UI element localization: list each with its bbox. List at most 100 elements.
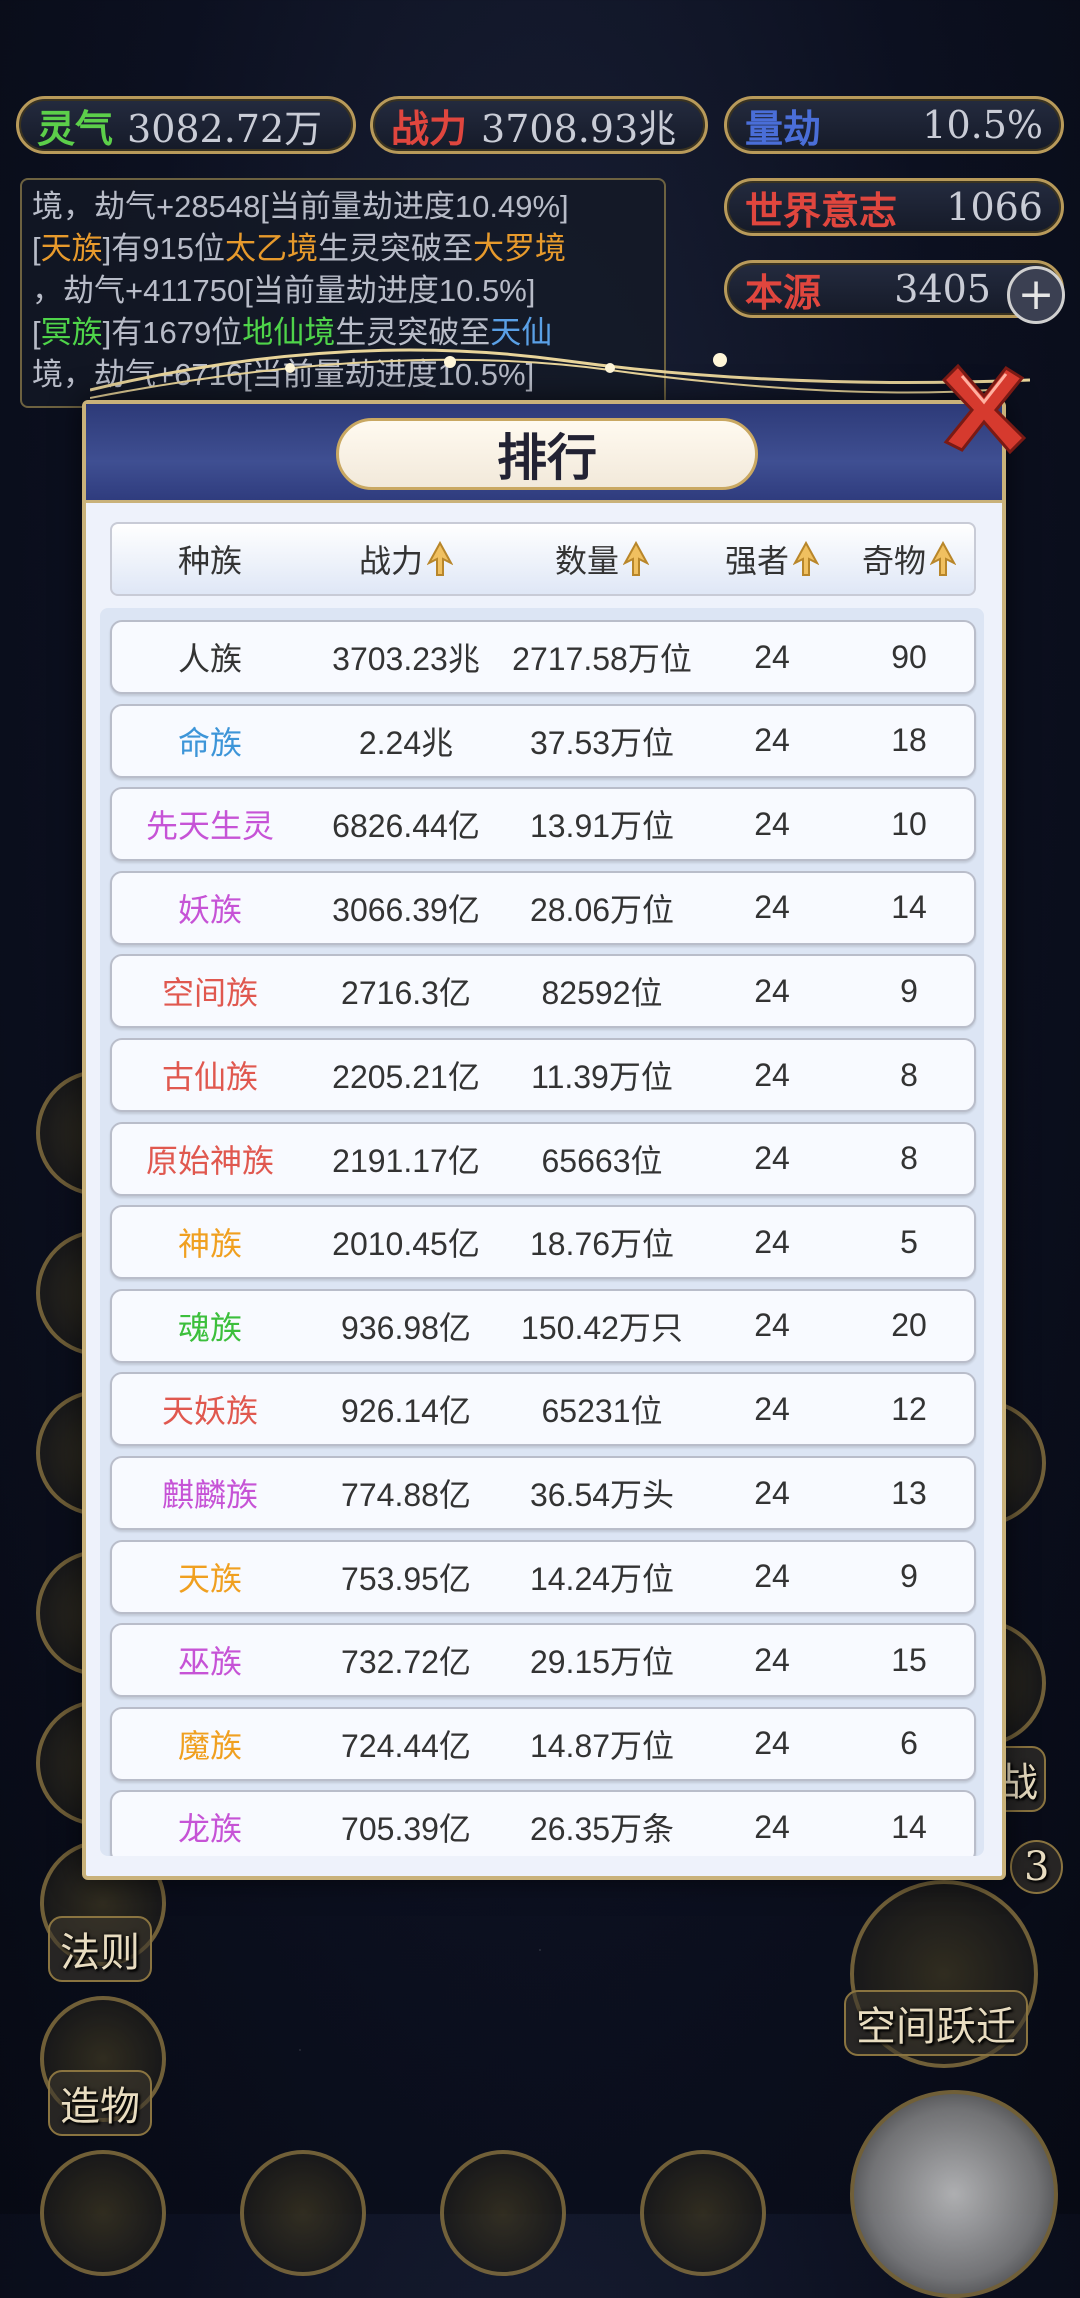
bottom-bar-icon[interactable] xyxy=(440,2150,566,2276)
strong-cell: 24 xyxy=(754,1140,790,1177)
col-header-race: 种族 xyxy=(177,543,242,579)
col-header-count[interactable]: 数量 xyxy=(504,524,700,594)
strong-cell: 24 xyxy=(754,1808,790,1845)
sort-arrow-icon[interactable] xyxy=(427,541,453,577)
benyuan-value: 3405 xyxy=(894,267,991,311)
artifact-cell: 5 xyxy=(900,1223,918,1260)
badge-count: 3 xyxy=(1010,1840,1064,1894)
log-line: [天族]有915位太乙境生灵突破至大罗境 xyxy=(32,231,566,266)
artifact-cell: 90 xyxy=(891,638,927,675)
ranking-row[interactable]: 原始神族 2191.17亿 65663位 24 8 xyxy=(110,1121,976,1196)
close-icon[interactable] xyxy=(932,360,1032,460)
ranking-row[interactable]: 空间族 2716.3亿 82592位 24 9 xyxy=(110,954,976,1029)
race-cell: 魂族 xyxy=(177,1309,242,1346)
sort-arrow-icon[interactable] xyxy=(793,541,819,577)
power-cell: 3703.23兆 xyxy=(332,641,480,677)
bottom-bar-icon[interactable] xyxy=(240,2150,366,2276)
log-line: ，劫气+411750[当前量劫进度10.5%] xyxy=(32,273,536,308)
benyuan-stat: 本源 3405 + xyxy=(724,260,1065,324)
zhanli-stat: 战力 3708.93兆 xyxy=(370,96,708,154)
race-cell: 古仙族 xyxy=(161,1059,258,1095)
ranking-list[interactable]: 人族 3703.23兆 2717.58万位 24 90 命族 2.24兆 37.53万位 24 1… xyxy=(100,608,984,1856)
col-header-power[interactable]: 战力 xyxy=(308,524,504,594)
artifact-cell: 12 xyxy=(891,1390,927,1427)
power-cell: 2205.21亿 xyxy=(332,1059,480,1095)
benyuan-label: 本源 xyxy=(745,269,822,315)
artifact-cell: 6 xyxy=(900,1725,918,1762)
artifact-cell: 8 xyxy=(900,1056,918,1093)
benyuan-add-button[interactable]: + xyxy=(1007,266,1065,324)
ranking-row[interactable]: 魔族 724.44亿 14.87万位 24 6 xyxy=(110,1706,976,1781)
ranking-row[interactable]: 魂族 936.98亿 150.42万只 24 20 xyxy=(110,1288,976,1363)
strong-cell: 24 xyxy=(754,1558,790,1595)
power-cell: 724.44亿 xyxy=(341,1727,471,1764)
strong-cell: 24 xyxy=(754,1307,790,1344)
column-header-bar: 种族 战力 数量 强者 奇物 xyxy=(110,522,976,596)
ranking-row[interactable]: 麒麟族 774.88亿 36.54万头 24 13 xyxy=(110,1456,976,1530)
ranking-row[interactable]: 天妖族 926.14亿 65231位 24 12 xyxy=(110,1372,976,1447)
artifact-cell: 14 xyxy=(891,889,927,926)
race-cell: 龙族 xyxy=(177,1811,242,1848)
modal-title: 排行 xyxy=(336,418,758,490)
power-cell: 2.24兆 xyxy=(358,724,454,761)
race-cell: 妖族 xyxy=(177,891,242,928)
zhanli-label: 战力 xyxy=(391,105,468,151)
zao-wu-label[interactable]: 造物 xyxy=(48,2070,152,2136)
col-header-strong[interactable]: 强者 xyxy=(700,524,844,594)
ranking-row[interactable]: 先天生灵 6826.44亿 13.91万位 24 10 xyxy=(110,787,976,862)
artifact-cell: 18 xyxy=(891,722,927,759)
power-cell: 732.72亿 xyxy=(341,1644,471,1681)
power-cell: 926.14亿 xyxy=(341,1393,471,1430)
lingqi-value: 3082.72万 xyxy=(127,106,323,151)
bottom-bar-icon[interactable] xyxy=(640,2150,766,2276)
count-cell: 2717.58万位 xyxy=(512,641,692,677)
ranking-row[interactable]: 天族 753.95亿 14.24万位 24 9 xyxy=(110,1539,976,1614)
ranking-row[interactable]: 妖族 3066.39亿 28.06万位 24 14 xyxy=(110,870,976,945)
count-cell: 29.15万位 xyxy=(529,1644,675,1681)
event-log: 境，劫气+28548[当前量劫进度10.49%] [天族]有915位太乙境生灵突… xyxy=(20,178,666,408)
liangjie-value: 10.5% xyxy=(922,103,1043,147)
space-jump-label[interactable]: 空间跃迁 xyxy=(844,1990,1028,2056)
ranking-row[interactable]: 人族 3703.23兆 2717.58万位 24 90 xyxy=(110,620,976,694)
ranking-modal: 排行 种族 战力 数量 强者 奇物 人族 3703.23兆 2717.58万位 24 9… xyxy=(82,400,1006,1880)
count-cell: 18.76万位 xyxy=(529,1226,675,1263)
power-cell: 6826.44亿 xyxy=(332,808,480,845)
fa-ze-label[interactable]: 法则 xyxy=(48,1916,152,1982)
ranking-row[interactable]: 古仙族 2205.21亿 11.39万位 24 8 xyxy=(110,1038,976,1112)
bottom-bar-icon[interactable] xyxy=(40,2150,166,2276)
power-cell: 774.88亿 xyxy=(341,1477,471,1513)
strong-cell: 24 xyxy=(754,1223,790,1260)
artifact-cell: 9 xyxy=(900,1558,918,1595)
race-cell: 天妖族 xyxy=(161,1393,258,1430)
artifact-cell: 20 xyxy=(891,1307,927,1344)
log-line: 境，劫气+28548[当前量劫进度10.49%] xyxy=(32,189,569,224)
ranking-row[interactable]: 龙族 705.39亿 26.35万条 24 14 xyxy=(110,1790,976,1856)
sort-arrow-icon[interactable] xyxy=(930,541,956,577)
count-cell: 11.39万位 xyxy=(531,1059,673,1095)
strong-cell: 24 xyxy=(754,1056,790,1093)
world-will-stat: 世界意志 1066 xyxy=(724,178,1064,236)
strong-cell: 24 xyxy=(754,1474,790,1511)
log-line: 境，劫气+6716[当前量劫进度10.5%] xyxy=(32,357,535,392)
power-cell: 2716.3亿 xyxy=(341,975,471,1012)
liangjie-label: 量劫 xyxy=(745,105,822,151)
artifact-cell: 15 xyxy=(891,1641,927,1678)
ranking-row[interactable]: 巫族 732.72亿 29.15万位 24 15 xyxy=(110,1623,976,1698)
ranking-row[interactable]: 神族 2010.45亿 18.76万位 24 5 xyxy=(110,1205,976,1280)
liangjie-stat: 量劫 10.5% xyxy=(724,96,1064,154)
power-cell: 705.39亿 xyxy=(341,1811,471,1848)
race-cell: 天族 xyxy=(177,1560,242,1597)
log-line: [冥族]有1679位地仙境生灵突破至天仙 xyxy=(32,315,553,350)
power-cell: 2010.45亿 xyxy=(332,1226,480,1263)
avatar-icon[interactable] xyxy=(850,2090,1058,2298)
artifact-cell: 10 xyxy=(891,805,927,842)
col-header-artifact[interactable]: 奇物 xyxy=(844,524,974,594)
count-cell: 37.53万位 xyxy=(529,724,675,761)
power-cell: 936.98亿 xyxy=(341,1309,471,1346)
count-cell: 14.87万位 xyxy=(529,1727,675,1764)
sort-arrow-icon[interactable] xyxy=(623,541,649,577)
ranking-row[interactable]: 命族 2.24兆 37.53万位 24 18 xyxy=(110,703,976,778)
world-will-label: 世界意志 xyxy=(745,187,898,233)
race-cell: 人族 xyxy=(177,641,242,677)
race-cell: 魔族 xyxy=(177,1727,242,1764)
